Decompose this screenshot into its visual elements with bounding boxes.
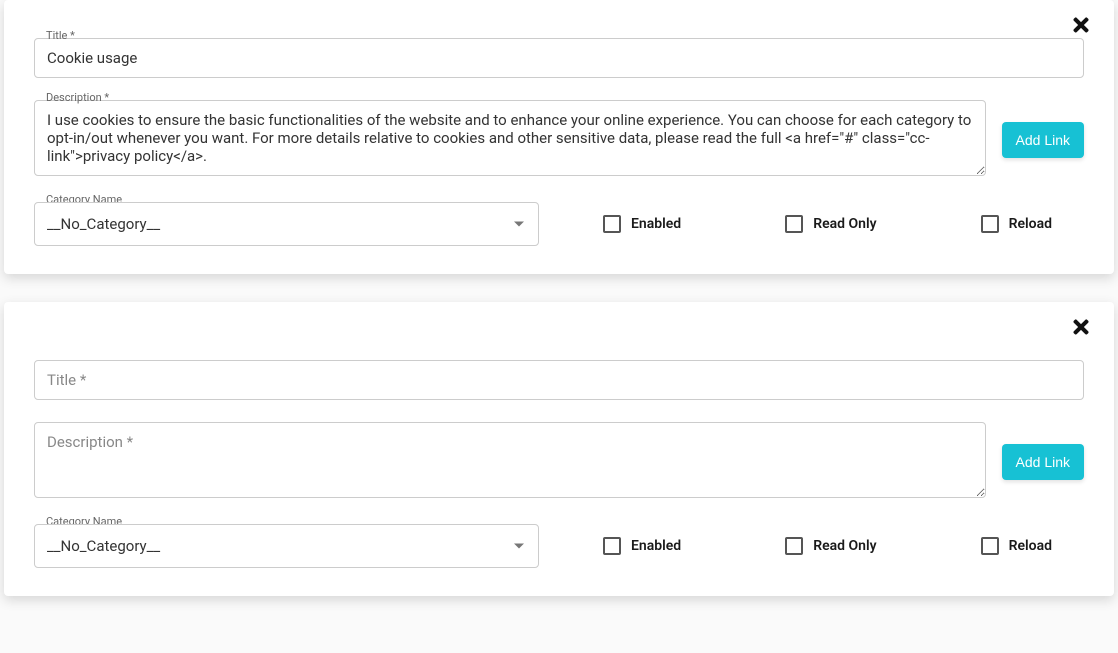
settings-block: Title * Description * I use cookies to e… — [4, 0, 1114, 274]
close-icon[interactable] — [1070, 316, 1092, 338]
add-link-button[interactable]: Add Link — [1002, 122, 1084, 158]
settings-block: Add Link Category Name __No_Category__ E… — [4, 302, 1114, 596]
title-field: Title * — [34, 38, 1084, 78]
reload-checkbox[interactable]: Reload — [981, 537, 1052, 555]
reload-label: Reload — [1009, 538, 1052, 554]
checkbox-icon — [785, 215, 803, 233]
description-textarea[interactable]: I use cookies to ensure the basic functi… — [34, 100, 986, 176]
read-only-label: Read Only — [813, 216, 876, 232]
chevron-down-icon — [514, 544, 524, 549]
enabled-checkbox[interactable]: Enabled — [603, 537, 681, 555]
options-row: Category Name __No_Category__ Enabled Re… — [34, 524, 1084, 568]
enabled-label: Enabled — [631, 216, 681, 232]
title-field — [34, 360, 1084, 400]
reload-checkbox[interactable]: Reload — [981, 215, 1052, 233]
checkbox-icon — [603, 537, 621, 555]
category-value: __No_Category__ — [47, 537, 160, 555]
title-input[interactable] — [34, 360, 1084, 400]
reload-label: Reload — [1009, 216, 1052, 232]
category-select[interactable]: __No_Category__ — [34, 202, 539, 246]
add-link-button[interactable]: Add Link — [1002, 444, 1084, 480]
options-row: Category Name __No_Category__ Enabled Re… — [34, 202, 1084, 246]
close-icon[interactable] — [1070, 14, 1092, 36]
checkbox-icon — [785, 537, 803, 555]
read-only-label: Read Only — [813, 538, 876, 554]
category-field: Category Name __No_Category__ — [34, 202, 539, 246]
read-only-checkbox[interactable]: Read Only — [785, 215, 876, 233]
checkbox-icon — [603, 215, 621, 233]
title-input[interactable] — [34, 38, 1084, 78]
category-field: Category Name __No_Category__ — [34, 524, 539, 568]
read-only-checkbox[interactable]: Read Only — [785, 537, 876, 555]
enabled-label: Enabled — [631, 538, 681, 554]
description-row: Add Link — [34, 422, 1084, 502]
description-textarea[interactable] — [34, 422, 986, 498]
category-value: __No_Category__ — [47, 215, 160, 233]
description-row: Description * I use cookies to ensure th… — [34, 100, 1084, 180]
checkbox-icon — [981, 537, 999, 555]
checkbox-icon — [981, 215, 999, 233]
enabled-checkbox[interactable]: Enabled — [603, 215, 681, 233]
category-select[interactable]: __No_Category__ — [34, 524, 539, 568]
chevron-down-icon — [514, 222, 524, 227]
